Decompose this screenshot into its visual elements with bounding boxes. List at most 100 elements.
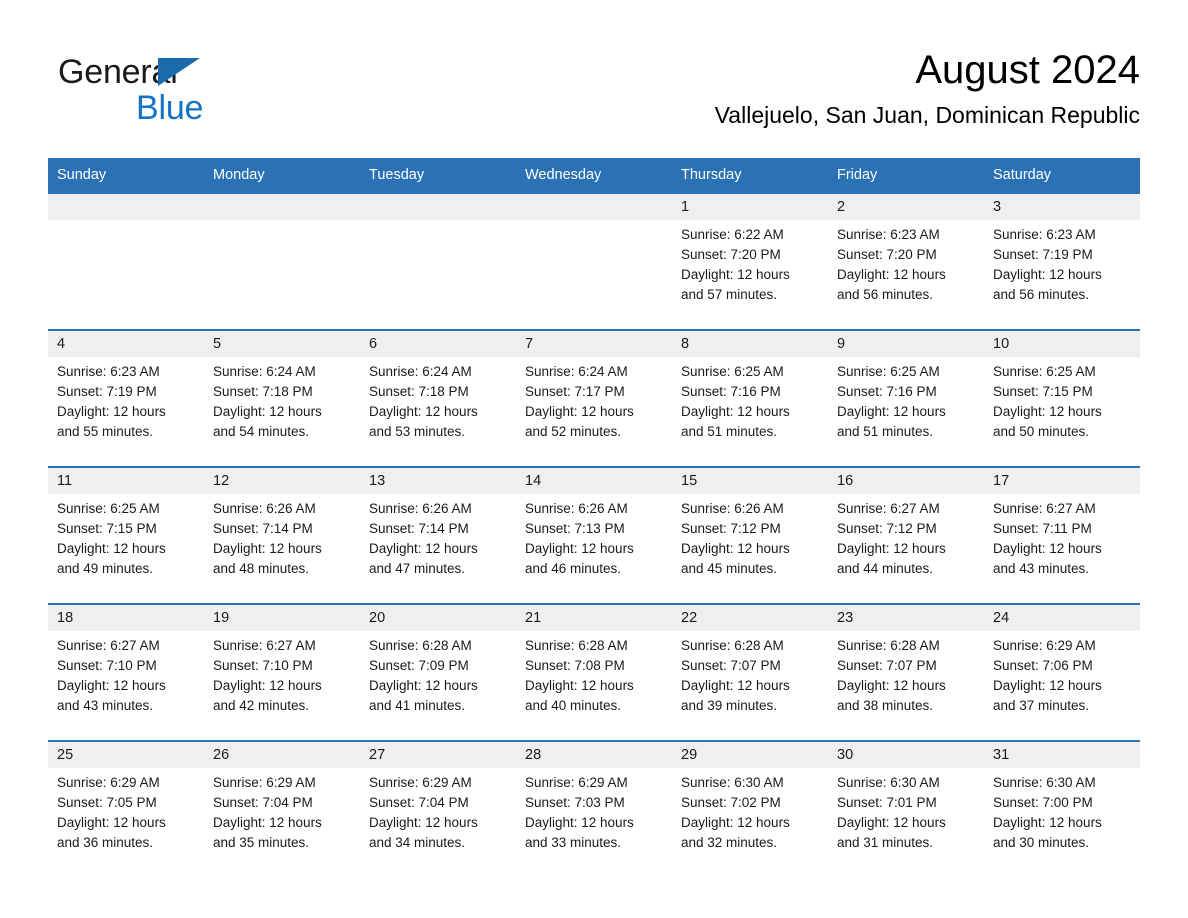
sunset-text: Sunset: 7:17 PM (525, 384, 625, 399)
calendar-day-cell[interactable]: 22 Sunrise: 6:28 AM Sunset: 7:07 PM Dayligh… (672, 603, 828, 741)
daylight-text: Daylight: 12 hours and 39 minutes. (681, 678, 790, 713)
sunrise-text: Sunrise: 6:29 AM (213, 775, 316, 790)
daylight-text: Daylight: 12 hours and 56 minutes. (837, 267, 946, 302)
calendar-day-cell[interactable]: 28 Sunrise: 6:29 AM Sunset: 7:03 PM Dayligh… (516, 740, 672, 877)
calendar-day-cell[interactable]: 1 Sunrise: 6:22 AM Sunset: 7:20 PM Daylight… (672, 192, 828, 330)
day-number (360, 194, 516, 220)
calendar-day-cell[interactable]: 13 Sunrise: 6:26 AM Sunset: 7:14 PM Dayligh… (360, 466, 516, 604)
day-number: 31 (984, 742, 1140, 768)
calendar-day-cell[interactable]: 9 Sunrise: 6:25 AM Sunset: 7:16 PM Daylight… (828, 329, 984, 467)
day-number: 21 (516, 605, 672, 631)
calendar-day-cell[interactable]: 31 Sunrise: 6:30 AM Sunset: 7:00 PM Dayligh… (984, 740, 1140, 877)
day-details: Sunrise: 6:28 AM Sunset: 7:09 PM Daylight:… (360, 631, 516, 716)
day-details: Sunrise: 6:29 AM Sunset: 7:04 PM Daylight:… (204, 768, 360, 853)
general-blue-logo[interactable]: General Blue (58, 52, 258, 132)
calendar-day-cell[interactable]: 25 Sunrise: 6:29 AM Sunset: 7:05 PM Dayligh… (48, 740, 204, 877)
daylight-text: Daylight: 12 hours and 40 minutes. (525, 678, 634, 713)
day-details: Sunrise: 6:26 AM Sunset: 7:14 PM Daylight:… (360, 494, 516, 579)
weekday-header-friday: Friday (828, 158, 984, 193)
calendar-day-cell[interactable]: 2 Sunrise: 6:23 AM Sunset: 7:20 PM Daylight… (828, 192, 984, 330)
daylight-text: Daylight: 12 hours and 48 minutes. (213, 541, 322, 576)
calendar-day-cell[interactable]: 24 Sunrise: 6:29 AM Sunset: 7:06 PM Dayligh… (984, 603, 1140, 741)
sunset-text: Sunset: 7:14 PM (369, 521, 469, 536)
day-number: 28 (516, 742, 672, 768)
calendar-day-cell[interactable]: 29 Sunrise: 6:30 AM Sunset: 7:02 PM Dayligh… (672, 740, 828, 877)
day-number (204, 194, 360, 220)
calendar-day-cell[interactable]: 30 Sunrise: 6:30 AM Sunset: 7:01 PM Dayligh… (828, 740, 984, 877)
daylight-text: Daylight: 12 hours and 50 minutes. (993, 404, 1102, 439)
day-number: 15 (672, 468, 828, 494)
calendar-day-cell[interactable]: 12 Sunrise: 6:26 AM Sunset: 7:14 PM Dayligh… (204, 466, 360, 604)
day-details: Sunrise: 6:25 AM Sunset: 7:16 PM Daylight:… (828, 357, 984, 442)
sunset-text: Sunset: 7:08 PM (525, 658, 625, 673)
day-details: Sunrise: 6:24 AM Sunset: 7:18 PM Daylight:… (360, 357, 516, 442)
calendar-day-cell[interactable]: 18 Sunrise: 6:27 AM Sunset: 7:10 PM Dayligh… (48, 603, 204, 741)
calendar-day-cell[interactable]: 19 Sunrise: 6:27 AM Sunset: 7:10 PM Dayligh… (204, 603, 360, 741)
day-details: Sunrise: 6:27 AM Sunset: 7:10 PM Daylight:… (204, 631, 360, 716)
calendar-day-cell[interactable]: 27 Sunrise: 6:29 AM Sunset: 7:04 PM Dayligh… (360, 740, 516, 877)
calendar-day-cell[interactable]: 5 Sunrise: 6:24 AM Sunset: 7:18 PM Daylight… (204, 329, 360, 467)
calendar-day-cell[interactable]: 20 Sunrise: 6:28 AM Sunset: 7:09 PM Dayligh… (360, 603, 516, 741)
day-number: 14 (516, 468, 672, 494)
calendar-day-cell[interactable]: 4 Sunrise: 6:23 AM Sunset: 7:19 PM Daylight… (48, 329, 204, 467)
sunrise-text: Sunrise: 6:25 AM (993, 364, 1096, 379)
daylight-text: Daylight: 12 hours and 42 minutes. (213, 678, 322, 713)
page-subtitle: Vallejuelo, San Juan, Dominican Republic (714, 102, 1140, 128)
sunrise-text: Sunrise: 6:23 AM (57, 364, 160, 379)
day-details: Sunrise: 6:27 AM Sunset: 7:12 PM Daylight:… (828, 494, 984, 579)
sunrise-text: Sunrise: 6:27 AM (213, 638, 316, 653)
sunrise-text: Sunrise: 6:30 AM (837, 775, 940, 790)
calendar-day-cell[interactable]: 6 Sunrise: 6:24 AM Sunset: 7:18 PM Daylight… (360, 329, 516, 467)
calendar-empty-cell (360, 192, 516, 330)
daylight-text: Daylight: 12 hours and 34 minutes. (369, 815, 478, 850)
sunrise-text: Sunrise: 6:28 AM (681, 638, 784, 653)
calendar-day-cell[interactable]: 17 Sunrise: 6:27 AM Sunset: 7:11 PM Dayligh… (984, 466, 1140, 604)
day-details: Sunrise: 6:25 AM Sunset: 7:15 PM Daylight:… (984, 357, 1140, 442)
sunrise-text: Sunrise: 6:27 AM (837, 501, 940, 516)
day-details: Sunrise: 6:27 AM Sunset: 7:10 PM Daylight:… (48, 631, 204, 716)
daylight-text: Daylight: 12 hours and 56 minutes. (993, 267, 1102, 302)
day-number: 11 (48, 468, 204, 494)
day-number: 23 (828, 605, 984, 631)
day-number: 2 (828, 194, 984, 220)
day-details: Sunrise: 6:26 AM Sunset: 7:14 PM Daylight:… (204, 494, 360, 579)
day-number: 4 (48, 331, 204, 357)
day-details: Sunrise: 6:24 AM Sunset: 7:18 PM Daylight:… (204, 357, 360, 442)
sunset-text: Sunset: 7:13 PM (525, 521, 625, 536)
daylight-text: Daylight: 12 hours and 33 minutes. (525, 815, 634, 850)
calendar-empty-cell (204, 192, 360, 330)
sunset-text: Sunset: 7:00 PM (993, 795, 1093, 810)
day-number: 3 (984, 194, 1140, 220)
calendar-day-cell[interactable]: 21 Sunrise: 6:28 AM Sunset: 7:08 PM Dayligh… (516, 603, 672, 741)
calendar-day-cell[interactable]: 3 Sunrise: 6:23 AM Sunset: 7:19 PM Daylight… (984, 192, 1140, 330)
day-details: Sunrise: 6:23 AM Sunset: 7:20 PM Daylight:… (828, 220, 984, 305)
calendar-day-cell[interactable]: 8 Sunrise: 6:25 AM Sunset: 7:16 PM Daylight… (672, 329, 828, 467)
calendar-day-cell[interactable]: 26 Sunrise: 6:29 AM Sunset: 7:04 PM Dayligh… (204, 740, 360, 877)
daylight-text: Daylight: 12 hours and 37 minutes. (993, 678, 1102, 713)
sunset-text: Sunset: 7:09 PM (369, 658, 469, 673)
day-details: Sunrise: 6:23 AM Sunset: 7:19 PM Daylight:… (984, 220, 1140, 305)
day-number: 13 (360, 468, 516, 494)
daylight-text: Daylight: 12 hours and 30 minutes. (993, 815, 1102, 850)
sunset-text: Sunset: 7:07 PM (681, 658, 781, 673)
calendar-day-cell[interactable]: 23 Sunrise: 6:28 AM Sunset: 7:07 PM Dayligh… (828, 603, 984, 741)
daylight-text: Daylight: 12 hours and 51 minutes. (837, 404, 946, 439)
sunrise-text: Sunrise: 6:30 AM (681, 775, 784, 790)
calendar-day-cell[interactable]: 16 Sunrise: 6:27 AM Sunset: 7:12 PM Dayligh… (828, 466, 984, 604)
daylight-text: Daylight: 12 hours and 46 minutes. (525, 541, 634, 576)
calendar-day-cell[interactable]: 15 Sunrise: 6:26 AM Sunset: 7:12 PM Dayligh… (672, 466, 828, 604)
sunrise-text: Sunrise: 6:29 AM (993, 638, 1096, 653)
day-number: 1 (672, 194, 828, 220)
sunset-text: Sunset: 7:20 PM (681, 247, 781, 262)
day-details: Sunrise: 6:25 AM Sunset: 7:16 PM Daylight:… (672, 357, 828, 442)
daylight-text: Daylight: 12 hours and 57 minutes. (681, 267, 790, 302)
calendar-day-cell[interactable]: 14 Sunrise: 6:26 AM Sunset: 7:13 PM Dayligh… (516, 466, 672, 604)
day-number: 9 (828, 331, 984, 357)
calendar-day-cell[interactable]: 7 Sunrise: 6:24 AM Sunset: 7:17 PM Daylight… (516, 329, 672, 467)
calendar-day-cell[interactable]: 11 Sunrise: 6:25 AM Sunset: 7:15 PM Dayligh… (48, 466, 204, 604)
sunset-text: Sunset: 7:04 PM (213, 795, 313, 810)
sunrise-text: Sunrise: 6:24 AM (213, 364, 316, 379)
daylight-text: Daylight: 12 hours and 47 minutes. (369, 541, 478, 576)
calendar-day-cell[interactable]: 10 Sunrise: 6:25 AM Sunset: 7:15 PM Dayligh… (984, 329, 1140, 467)
day-details: Sunrise: 6:26 AM Sunset: 7:13 PM Daylight:… (516, 494, 672, 579)
